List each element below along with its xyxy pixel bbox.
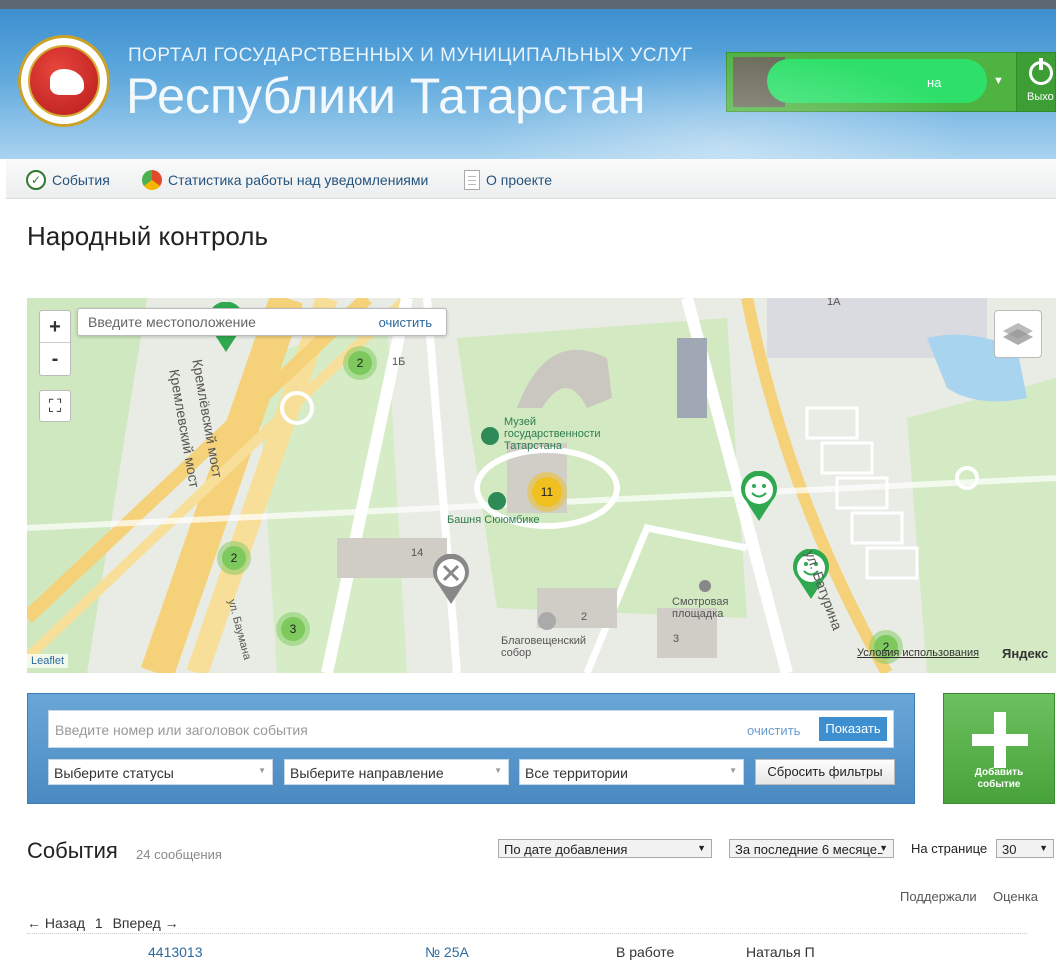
column-rating[interactable]: Оценка [993,889,1038,904]
nav-item-label: О проекте [486,172,553,188]
document-icon [464,170,480,190]
poi-label-museum: Музей государственности Татарстана [504,416,601,452]
cluster-count: 2 [222,546,246,570]
pager-current-page: 1 [94,915,103,931]
portal-header: ПОРТАЛ ГОСУДАРСТВЕННЫХ И МУНИЦИПАЛЬНЫХ У… [0,9,1056,159]
events-count: 24 сообщения [136,847,222,862]
cluster-marker[interactable]: 2 [343,346,377,380]
cluster-marker[interactable]: 2 [217,541,251,575]
event-search-placeholder: Введите номер или заголовок события [55,722,308,738]
cluster-count: 11 [532,477,562,507]
period-select[interactable]: За последние 6 месяцев [729,839,894,858]
pager-prev-link[interactable]: ← Назад [27,915,85,931]
building-number: 14 [411,547,424,559]
logout-button[interactable]: Выхо [1016,52,1056,112]
event-search-input[interactable]: Введите номер или заголовок события очис… [48,710,894,748]
add-event-label: Добавить событие [944,767,1054,791]
redaction-scribble [767,59,987,103]
logout-label: Выхо [1027,91,1054,103]
browser-strip [0,0,1056,9]
rejected-pin-icon[interactable] [430,554,472,606]
pagination: ← Назад 1 Вперед → [27,915,185,931]
main-nav: ✓ События Статистика работы над уведомле… [6,159,1056,199]
layers-button[interactable] [994,310,1042,358]
show-button[interactable]: Показать [819,717,887,741]
event-row-author: Наталья П [746,944,815,960]
status-select[interactable]: Выберите статусы [48,759,273,785]
building-number: 1А [827,298,841,308]
user-menu[interactable]: на ▼ [726,52,1016,112]
event-row-title[interactable]: № 25А [425,944,469,960]
plus-icon [972,712,1028,768]
nav-item-about[interactable]: О проекте [464,170,552,190]
territory-select[interactable]: Все территории [519,759,744,785]
cluster-count: 2 [348,351,372,375]
avatar [733,57,785,107]
check-circle-icon: ✓ [26,170,46,190]
building-number: 3 [673,633,680,645]
page-title: Народный контроль [27,221,269,251]
location-search-input[interactable]: Введите местоположение очистить [77,308,447,336]
cluster-count: 3 [281,617,305,641]
tatarstan-emblem-icon[interactable] [18,35,110,127]
events-heading: События [27,838,118,863]
smiley-pin-icon[interactable] [738,471,780,523]
portal-subtitle: ПОРТАЛ ГОСУДАРСТВЕННЫХ И МУНИЦИПАЛЬНЫХ У… [128,45,693,66]
cluster-marker[interactable]: 11 [527,472,567,512]
terms-link[interactable]: Условия использования [857,647,979,659]
nav-item-events[interactable]: ✓ События [26,170,110,190]
add-event-label-line: Добавить [974,767,1024,778]
filter-panel: Введите номер или заголовок события очис… [27,693,915,804]
building-number: 2 [581,611,588,623]
fullscreen-icon[interactable]: ⛶ [39,390,71,422]
zoom-in-button[interactable]: + [40,311,70,343]
layers-icon [1003,323,1033,345]
yandex-logo[interactable]: Яндекс [1002,646,1048,661]
power-icon [1029,58,1053,85]
nav-item-label: События [52,172,110,188]
event-row-id[interactable]: 4413013 [148,944,203,960]
direction-select[interactable]: Выберите направление [284,759,509,785]
user-name: на [927,75,942,90]
nav-item-statistics[interactable]: Статистика работы над уведомлениями [142,170,428,190]
column-supported[interactable]: Поддержали [900,889,977,904]
cluster-marker[interactable]: 3 [276,612,310,646]
table-divider [27,933,1027,934]
per-page-label: На странице [911,841,988,856]
location-search-placeholder: Введите местоположение [88,314,256,330]
add-event-label-line: событие [977,779,1021,790]
zoom-out-button[interactable]: - [40,343,70,375]
poi-label-tower: Башня Сююмбике [447,514,540,526]
portal-title: Республики Татарстан [126,68,646,124]
reset-filters-button[interactable]: Сбросить фильтры [755,759,895,785]
chevron-down-icon[interactable]: ▼ [993,75,1004,87]
events-map[interactable]: 2 11 2 3 2 Музей государственности Татар… [27,298,1056,673]
poi-label-viewpoint: Смотровая площадка [672,596,729,620]
building-number: 1Б [392,356,406,368]
nav-item-label: Статистика работы над уведомлениями [168,172,429,188]
pie-chart-icon [142,170,162,190]
poi-label-cathedral: Благовещенский собор [501,635,587,659]
leaflet-attribution-link[interactable]: Leaflet [27,654,69,668]
zoom-control: + - [39,310,71,376]
add-event-button[interactable]: Добавить событие [943,693,1055,804]
sort-select[interactable]: По дате добавления [498,839,712,858]
event-row-status: В работе [616,944,675,960]
location-clear-link[interactable]: очистить [379,315,432,330]
pager-next-link[interactable]: Вперед → [113,915,179,931]
per-page-select[interactable]: 30 [996,839,1054,858]
event-search-clear-link[interactable]: очистить [747,723,800,738]
